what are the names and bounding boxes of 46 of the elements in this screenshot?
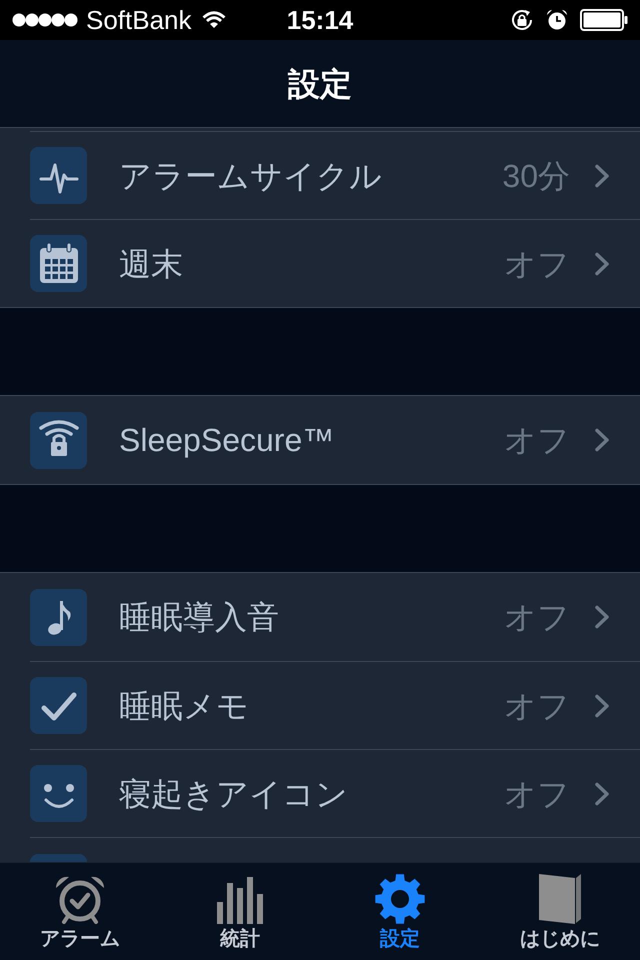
alarm-clock-icon xyxy=(546,9,568,31)
settings-icon xyxy=(374,873,426,925)
status-time: 15:14 xyxy=(286,5,354,35)
battery-icon xyxy=(580,9,628,31)
rotation-lock-icon xyxy=(510,8,534,32)
settings-row[interactable]: 寝起きアイコン オフ xyxy=(0,749,640,837)
chevron-right-icon xyxy=(594,694,610,718)
tab-button[interactable]: はじめに xyxy=(480,863,640,960)
bar-chart-icon xyxy=(216,874,264,924)
row-value: オフ xyxy=(504,421,570,460)
settings-row[interactable]: アラームサイクル 30分 xyxy=(0,131,640,219)
row-label: 睡眠メモ xyxy=(119,686,249,726)
music-note-icon xyxy=(30,588,87,646)
tab-button[interactable]: 設定 xyxy=(320,863,480,960)
chevron-right-icon xyxy=(594,252,610,276)
wifi-lock-icon xyxy=(30,412,87,468)
settings-row[interactable]: 週末 オフ xyxy=(0,219,640,307)
tab-button[interactable]: 統計 xyxy=(160,863,320,960)
row-label: 週末 xyxy=(119,244,183,284)
chevron-right-icon xyxy=(594,164,610,188)
chevron-right-icon xyxy=(594,782,610,806)
signal-strength-icon xyxy=(12,13,78,27)
row-value: オフ xyxy=(504,244,570,284)
calendar-icon xyxy=(30,235,87,292)
checkmark-icon xyxy=(30,677,87,734)
settings-row[interactable]: 睡眠導入音 オフ xyxy=(0,573,640,661)
nav-title: 設定 xyxy=(288,64,352,104)
settings-row[interactable]: 睡眠メモ オフ xyxy=(0,661,640,749)
row-value: オフ xyxy=(504,774,570,814)
chevron-right-icon xyxy=(594,428,610,452)
wifi-icon xyxy=(202,11,226,29)
row-label: アラームサイクル xyxy=(119,156,382,196)
smiley-face-icon xyxy=(30,765,87,822)
row-value: オフ xyxy=(504,598,570,637)
settings-row[interactable]: SleepSecure™ オフ xyxy=(0,396,640,484)
tab-button[interactable]: アラーム xyxy=(0,863,160,960)
book-icon xyxy=(537,873,583,925)
alarm-clock-icon xyxy=(54,874,106,924)
chevron-right-icon xyxy=(594,605,610,629)
row-label: 睡眠導入音 xyxy=(119,598,279,637)
carrier-name: SoftBank xyxy=(86,5,192,35)
pulse-icon xyxy=(30,147,87,204)
row-value: 30分 xyxy=(502,156,570,196)
row-value: オフ xyxy=(504,686,570,726)
row-label: 寝起きアイコン xyxy=(119,774,348,814)
row-label: SleepSecure™ xyxy=(119,421,334,460)
